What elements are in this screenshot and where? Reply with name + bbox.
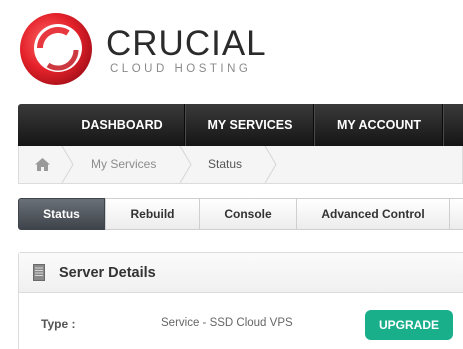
home-icon[interactable] [35, 158, 50, 171]
breadcrumb-my-services[interactable]: My Services [91, 146, 156, 183]
service-tabs: Status Rebuild Console Advanced Control [18, 198, 463, 230]
tab-rebuild[interactable]: Rebuild [105, 198, 200, 230]
nav-dashboard[interactable]: DASHBOARD [68, 104, 176, 146]
breadcrumb-status: Status [208, 157, 243, 171]
breadcrumb-separator-icon [179, 146, 192, 183]
brand-name: CRUCIAL [106, 24, 267, 63]
brand-logo[interactable]: CRUCIAL CLOUD HOSTING [18, 10, 268, 90]
brand-tagline: CLOUD HOSTING [110, 63, 252, 75]
panel-title: Server Details [59, 265, 156, 281]
type-label: Type : [41, 317, 76, 331]
tab-console[interactable]: Console [199, 198, 297, 230]
server-icon [33, 264, 45, 281]
type-value: Service - SSD Cloud VPS [161, 317, 293, 329]
crucial-logo-icon [20, 13, 92, 85]
nav-divider [443, 104, 444, 146]
upgrade-button[interactable]: UPGRADE [365, 310, 453, 340]
tab-advanced-control[interactable]: Advanced Control [296, 198, 450, 230]
panel-header: Server Details [19, 253, 463, 293]
breadcrumb-separator-icon [264, 146, 277, 183]
main-navbar: DASHBOARD MY SERVICES MY ACCOUNT [18, 104, 463, 146]
breadcrumb: My Services Status [18, 146, 463, 184]
server-details-panel: Server Details Type : Service - SSD Clou… [18, 252, 463, 349]
breadcrumb-separator-icon [61, 146, 74, 183]
nav-my-account[interactable]: MY ACCOUNT [315, 104, 443, 146]
tab-status[interactable]: Status [18, 198, 105, 230]
tab-more[interactable] [449, 198, 463, 230]
nav-my-services[interactable]: MY SERVICES [186, 104, 314, 146]
